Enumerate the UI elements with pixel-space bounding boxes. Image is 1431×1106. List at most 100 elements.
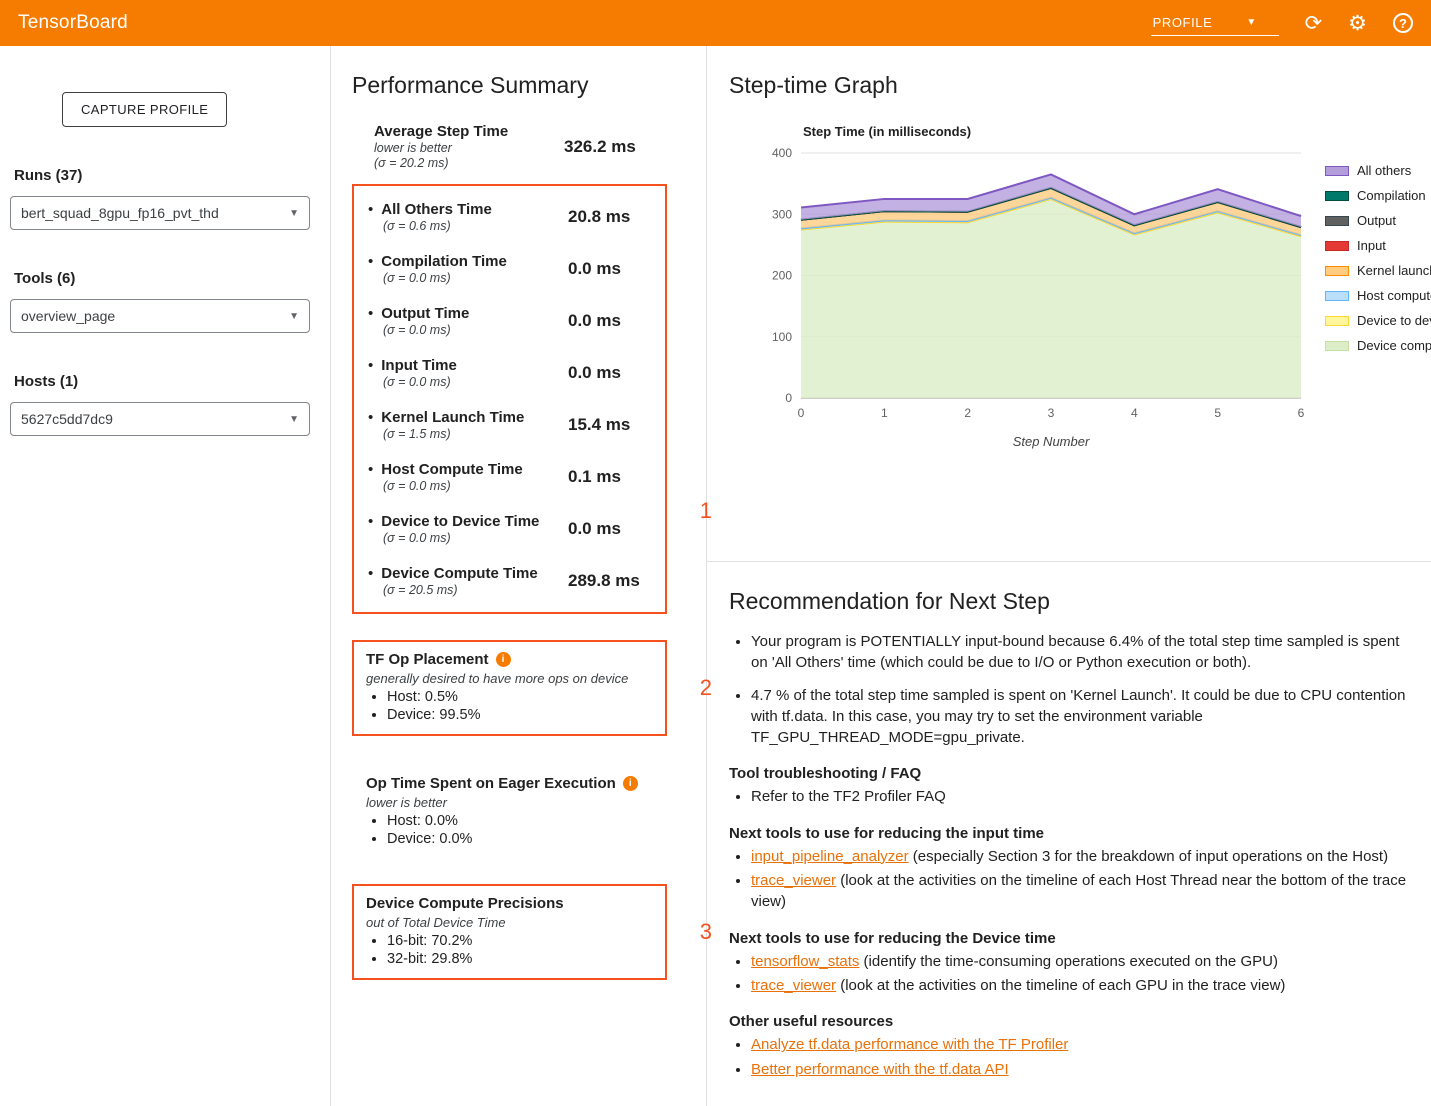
- metric-row: •Kernel Launch Time (σ = 1.5 ms) 15.4 ms: [368, 399, 651, 451]
- chevron-down-icon: ▼: [289, 208, 299, 219]
- svg-text:0: 0: [798, 406, 805, 420]
- bullet: •: [368, 201, 373, 218]
- metric-label: Compilation Time: [381, 253, 507, 270]
- recommendation-bullet: Your program is POTENTIALLY input-bound …: [751, 631, 1409, 674]
- chevron-down-icon: ▼: [289, 311, 299, 322]
- rec-section-heading: Tool troubleshooting / FAQ: [729, 765, 1409, 782]
- main-layout: CAPTURE PROFILE Runs (37) bert_squad_8gp…: [0, 46, 1431, 1106]
- chevron-down-icon: ▼: [289, 414, 299, 425]
- device-precisions-title: Device Compute Precisions: [366, 895, 564, 912]
- device-precisions-box: Device Compute Precisions out of Total D…: [352, 884, 667, 980]
- rec-link-tfdata-profiler[interactable]: Analyze tf.data performance with the TF …: [751, 1036, 1068, 1053]
- svg-text:0: 0: [785, 391, 792, 405]
- metric-row: •Device to Device Time (σ = 0.0 ms) 0.0 …: [368, 503, 651, 555]
- svg-text:200: 200: [772, 269, 792, 283]
- eager-execution-title: Op Time Spent on Eager Execution: [366, 775, 616, 792]
- device-precisions-annotation: Device Compute Precisions out of Total D…: [352, 884, 685, 980]
- legend-item: Output: [1325, 213, 1431, 228]
- svg-text:300: 300: [772, 207, 792, 221]
- tf-op-placement-box: TF Op Placement i generally desired to h…: [352, 640, 667, 736]
- chart-legend: All othersCompilationOutputInputKernel l…: [1325, 163, 1431, 453]
- bullet: •: [368, 565, 373, 582]
- annotation-number-3: 3: [700, 919, 712, 945]
- metric-sigma: (σ = 20.5 ms): [383, 583, 568, 597]
- runs-select-value: bert_squad_8gpu_fp16_pvt_thd: [21, 205, 219, 221]
- dashboard-select-value: PROFILE: [1153, 15, 1213, 30]
- rec-link-tfdata-api[interactable]: Better performance with the tf.data API: [751, 1061, 1009, 1078]
- top-bar: TensorBoard PROFILE ▼ ⟳ ⚙ ?: [0, 0, 1431, 46]
- metric-sigma: (σ = 0.0 ms): [383, 323, 568, 337]
- legend-swatch: [1325, 216, 1349, 226]
- hosts-select[interactable]: 5627c5dd7dc9 ▼: [10, 402, 310, 436]
- metric-value: 0.0 ms: [568, 519, 621, 539]
- rec-link-input-pipeline-analyzer[interactable]: input_pipeline_analyzer: [751, 848, 909, 865]
- rec-link-trace-viewer[interactable]: trace_viewer: [751, 977, 836, 994]
- tf-op-device-stat: Device: 99.5%: [387, 707, 653, 723]
- recommendation-title: Recommendation for Next Step: [729, 588, 1409, 615]
- step-time-chart: Step Time (in milliseconds)0100200300400…: [755, 123, 1315, 453]
- rec-section-heading: Other useful resources: [729, 1013, 1409, 1030]
- metric-row: •Host Compute Time (σ = 0.0 ms) 0.1 ms: [368, 451, 651, 503]
- metric-value: 15.4 ms: [568, 415, 630, 435]
- info-icon[interactable]: i: [496, 652, 511, 667]
- metric-row: •Input Time (σ = 0.0 ms) 0.0 ms: [368, 347, 651, 399]
- metric-label: Kernel Launch Time: [381, 409, 524, 426]
- metric-value: 289.8 ms: [568, 571, 640, 591]
- legend-item: All others: [1325, 163, 1431, 178]
- dashboard-select[interactable]: PROFILE ▼: [1151, 11, 1279, 36]
- metric-value: 20.8 ms: [568, 207, 630, 227]
- metric-row: •All Others Time (σ = 0.6 ms) 20.8 ms: [368, 191, 651, 243]
- capture-profile-button[interactable]: CAPTURE PROFILE: [62, 92, 227, 127]
- bullet: •: [368, 357, 373, 374]
- metric-label: Input Time: [381, 357, 457, 374]
- help-icon[interactable]: ?: [1393, 13, 1413, 33]
- refresh-icon[interactable]: ⟳: [1305, 13, 1323, 34]
- topbar-actions: PROFILE ▼ ⟳ ⚙ ?: [1151, 11, 1413, 36]
- app-title: TensorBoard: [18, 12, 128, 34]
- info-icon[interactable]: i: [623, 776, 638, 791]
- legend-label: Host compute: [1357, 288, 1431, 303]
- metric-sigma: (σ = 0.0 ms): [383, 479, 568, 493]
- rec-section-resources: Other useful resources Analyze tf.data p…: [729, 1013, 1409, 1080]
- rec-item: Analyze tf.data performance with the TF …: [751, 1034, 1409, 1055]
- rec-item-text: Refer to the TF2 Profiler FAQ: [751, 788, 946, 805]
- rec-item: trace_viewer (look at the activities on …: [751, 870, 1409, 913]
- legend-swatch: [1325, 291, 1349, 301]
- rec-item: Better performance with the tf.data API: [751, 1059, 1409, 1080]
- tools-select[interactable]: overview_page ▼: [10, 299, 310, 333]
- gear-icon[interactable]: ⚙: [1348, 13, 1367, 34]
- svg-text:3: 3: [1048, 406, 1055, 420]
- hosts-select-value: 5627c5dd7dc9: [21, 411, 113, 427]
- rec-link-tensorflow-stats[interactable]: tensorflow_stats: [751, 953, 859, 970]
- device-precisions-subtitle: out of Total Device Time: [366, 915, 653, 930]
- recommendation-card: Recommendation for Next Step Your progra…: [707, 588, 1431, 1106]
- legend-swatch: [1325, 341, 1349, 351]
- precision-16bit-stat: 16-bit: 70.2%: [387, 933, 653, 949]
- legend-label: Input: [1357, 238, 1386, 253]
- metric-row: •Output Time (σ = 0.0 ms) 0.0 ms: [368, 295, 651, 347]
- svg-text:400: 400: [772, 146, 792, 160]
- rec-item-text: (look at the activities on the timeline …: [836, 977, 1285, 994]
- metric-value: 0.0 ms: [568, 259, 621, 279]
- runs-select[interactable]: bert_squad_8gpu_fp16_pvt_thd ▼: [10, 196, 310, 230]
- rec-section-heading: Next tools to use for reducing the input…: [729, 825, 1409, 842]
- step-time-graph-title: Step-time Graph: [729, 72, 1409, 99]
- rec-link-trace-viewer[interactable]: trace_viewer: [751, 872, 836, 889]
- svg-text:6: 6: [1298, 406, 1305, 420]
- rec-item: input_pipeline_analyzer (especially Sect…: [751, 846, 1409, 867]
- tf-op-placement-subtitle: generally desired to have more ops on de…: [366, 671, 653, 686]
- svg-text:2: 2: [964, 406, 971, 420]
- rec-item-text: (especially Section 3 for the breakdown …: [909, 848, 1388, 865]
- tools-select-value: overview_page: [21, 308, 115, 324]
- bullet: •: [368, 305, 373, 322]
- legend-label: All others: [1357, 163, 1411, 178]
- eager-execution-block: Op Time Spent on Eager Execution i lower…: [352, 766, 667, 858]
- performance-summary-panel: Performance Summary Average Step Time lo…: [330, 46, 707, 1106]
- legend-label: Device compute: [1357, 338, 1431, 353]
- rec-item: tensorflow_stats (identify the time-cons…: [751, 951, 1409, 972]
- metric-value: 0.0 ms: [568, 311, 621, 331]
- tf-op-host-stat: Host: 0.5%: [387, 689, 653, 705]
- bullet: •: [368, 253, 373, 270]
- rec-section-heading: Next tools to use for reducing the Devic…: [729, 930, 1409, 947]
- legend-item: Kernel launch: [1325, 263, 1431, 278]
